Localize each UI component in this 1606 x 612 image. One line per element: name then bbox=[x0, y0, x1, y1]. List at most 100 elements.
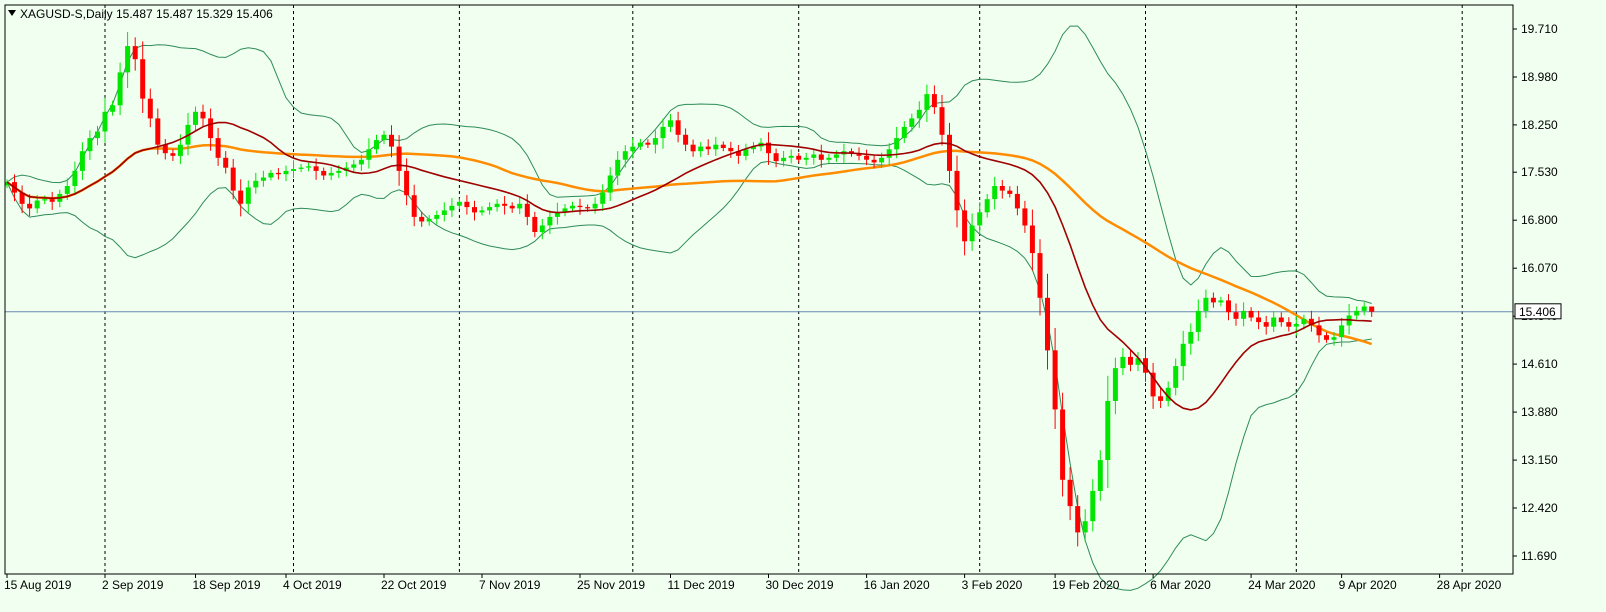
candle-body bbox=[871, 159, 877, 163]
candle-body bbox=[1301, 318, 1307, 325]
candle-body bbox=[230, 167, 236, 191]
candle-body bbox=[1210, 297, 1216, 303]
y-tick-label: 18.980 bbox=[1521, 70, 1558, 84]
candle-body bbox=[1052, 350, 1058, 410]
candle-body bbox=[404, 170, 410, 196]
candle-body bbox=[630, 146, 636, 152]
candle-body bbox=[690, 144, 696, 152]
candle-body bbox=[901, 126, 907, 139]
candle-body bbox=[1188, 331, 1194, 344]
candle-body bbox=[570, 205, 575, 209]
candle-body bbox=[720, 144, 726, 148]
candle-body bbox=[788, 155, 794, 158]
candle-body bbox=[502, 203, 508, 206]
y-tick-label: 16.070 bbox=[1521, 261, 1558, 275]
candle-body bbox=[110, 105, 116, 112]
candle-body bbox=[1369, 306, 1375, 312]
candle-body bbox=[336, 170, 342, 173]
candle-body bbox=[283, 170, 289, 175]
candle-body bbox=[818, 154, 824, 160]
candle-body bbox=[27, 203, 33, 209]
candle-body bbox=[313, 166, 319, 171]
candle-body bbox=[1293, 324, 1299, 327]
candle-body bbox=[645, 142, 651, 145]
candle-body bbox=[42, 199, 48, 201]
chart-header: XAGUSD-S,Daily 15.487 15.487 15.329 15.4… bbox=[8, 7, 273, 21]
candle-body bbox=[637, 142, 643, 147]
candle-body bbox=[1218, 300, 1224, 303]
x-tick-label: 24 Mar 2020 bbox=[1248, 578, 1316, 592]
candle-body bbox=[675, 120, 681, 135]
y-tick-label: 11.690 bbox=[1521, 549, 1557, 563]
candle-body bbox=[1226, 300, 1231, 313]
x-tick-label: 3 Feb 2020 bbox=[962, 578, 1023, 592]
candle-body bbox=[1097, 460, 1103, 491]
candle-body bbox=[833, 154, 839, 158]
candle-body bbox=[155, 118, 161, 145]
candle-body bbox=[79, 151, 85, 171]
candle-body bbox=[1233, 312, 1239, 319]
candle-body bbox=[879, 157, 885, 163]
candle-body bbox=[1014, 193, 1020, 209]
candle-body bbox=[366, 149, 372, 160]
candle-body bbox=[102, 111, 108, 132]
candle-body bbox=[1173, 366, 1179, 388]
candle-body bbox=[449, 205, 455, 211]
candle-body bbox=[713, 144, 719, 150]
candle-body bbox=[1180, 343, 1186, 367]
candle-body bbox=[954, 170, 960, 211]
candle-body bbox=[811, 154, 817, 158]
candle-body bbox=[1045, 297, 1050, 351]
candle-body bbox=[969, 225, 975, 242]
candle-body bbox=[253, 180, 259, 188]
candle-body bbox=[358, 159, 364, 165]
candle-body bbox=[1007, 190, 1013, 194]
candle-body bbox=[434, 215, 440, 219]
candle-body bbox=[95, 131, 100, 139]
x-tick-label: 16 Jan 2020 bbox=[864, 578, 930, 592]
candle-body bbox=[1075, 506, 1081, 533]
candle-body bbox=[298, 167, 304, 169]
x-tick-label: 15 Aug 2019 bbox=[4, 578, 72, 592]
x-tick-label: 9 Apr 2020 bbox=[1339, 578, 1397, 592]
candle-body bbox=[351, 164, 357, 168]
candle-body bbox=[916, 109, 922, 119]
candle-body bbox=[1248, 310, 1254, 318]
candle-body bbox=[64, 186, 70, 194]
candle-body bbox=[1195, 310, 1201, 332]
candle-body bbox=[577, 205, 583, 208]
candle-body bbox=[683, 134, 689, 145]
candle-body bbox=[705, 146, 711, 150]
price-chart[interactable]: 19.71018.98018.25017.53016.80016.07015.3… bbox=[0, 0, 1606, 612]
candle-body bbox=[87, 138, 93, 152]
candle-body bbox=[456, 201, 462, 206]
y-tick-label: 13.150 bbox=[1521, 453, 1558, 467]
candle-body bbox=[125, 46, 131, 73]
candle-body bbox=[200, 111, 206, 119]
candle-body bbox=[49, 199, 55, 202]
candle-body bbox=[607, 175, 613, 193]
candle-body bbox=[291, 169, 296, 171]
ohlc-values: 15.487 15.487 15.329 15.406 bbox=[116, 7, 273, 21]
candle-body bbox=[660, 126, 666, 139]
x-tick-label: 4 Oct 2019 bbox=[283, 578, 342, 592]
candle-body bbox=[826, 157, 832, 160]
y-tick-label: 17.530 bbox=[1521, 165, 1558, 179]
candle-body bbox=[992, 186, 998, 200]
symbol-label: XAGUSD-S,Daily bbox=[20, 7, 113, 21]
y-tick-label: 13.880 bbox=[1521, 405, 1558, 419]
candle-body bbox=[494, 203, 500, 208]
candle-body bbox=[947, 134, 952, 171]
candle-body bbox=[1361, 306, 1367, 311]
y-tick-label: 12.420 bbox=[1521, 501, 1558, 515]
y-tick-label: 18.250 bbox=[1521, 118, 1558, 132]
candle-body bbox=[215, 138, 221, 158]
current-price-label: 15.406 bbox=[1519, 305, 1556, 319]
candle-body bbox=[238, 190, 244, 204]
candle-body bbox=[524, 203, 530, 217]
candle-body bbox=[464, 201, 470, 208]
candle-body bbox=[396, 146, 402, 171]
candle-body bbox=[743, 149, 749, 156]
candle-body bbox=[886, 149, 892, 158]
candle-body bbox=[381, 134, 387, 141]
